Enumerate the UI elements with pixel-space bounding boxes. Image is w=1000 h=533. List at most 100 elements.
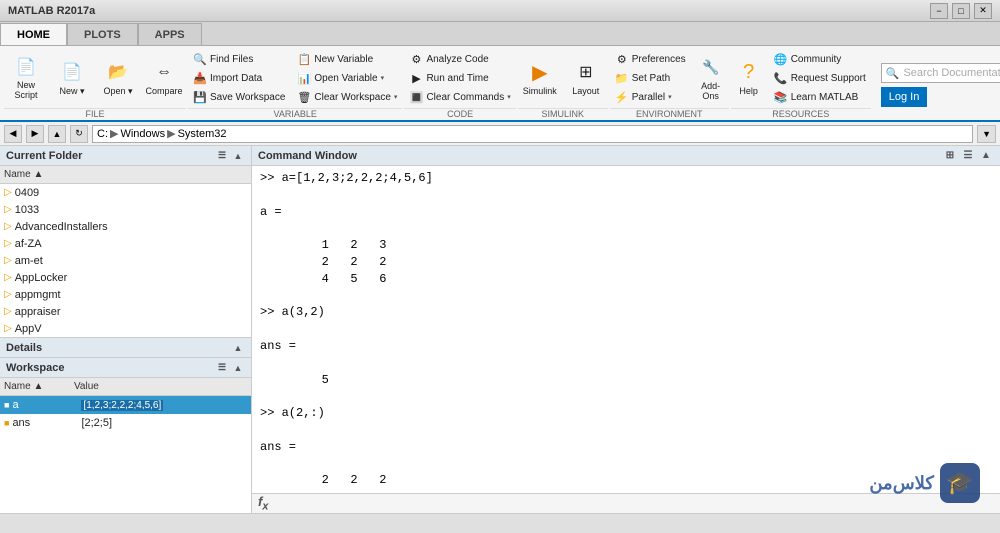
- folder-item[interactable]: ▷ 1033: [0, 201, 251, 218]
- folder-item-name: 0409: [15, 187, 39, 199]
- new-variable-button[interactable]: 📋 New Variable: [292, 50, 402, 68]
- restore-button[interactable]: □: [952, 3, 970, 19]
- community-label: Community: [791, 54, 842, 65]
- cmd-title: Command Window: [258, 150, 357, 162]
- cmd-menu-btn[interactable]: ☰: [960, 148, 976, 164]
- login-button[interactable]: Log In: [881, 87, 928, 107]
- command-window-content[interactable]: >> a=[1,2,3;2,2,2;4,5,6] a = 1 2 3 2 2 2…: [252, 166, 1000, 493]
- watermark-icon: 🎓: [940, 463, 980, 503]
- watermark-graduation-icon: 🎓: [946, 470, 973, 496]
- ws-item-icon: ■: [4, 418, 9, 428]
- open-icon: 📂: [106, 60, 130, 84]
- parallel-button[interactable]: ⚡ Parallel ▾: [610, 88, 691, 106]
- folder-item[interactable]: ▷ AppLocker: [0, 269, 251, 286]
- help-button[interactable]: ? Help: [731, 50, 767, 106]
- folder-item-name: 1033: [15, 204, 39, 216]
- simulink-icon: ▶: [528, 60, 552, 84]
- save-workspace-button[interactable]: 💾 Save Workspace: [188, 88, 290, 106]
- new-var-icon: 📋: [297, 52, 311, 66]
- folder-item[interactable]: ▷ am-et: [0, 252, 251, 269]
- search-icon: 🔍: [886, 67, 900, 80]
- request-support-button[interactable]: 📞 Request Support: [769, 69, 871, 87]
- workspace-item-ans[interactable]: ■ ans [2;2;5]: [0, 414, 251, 432]
- preferences-button[interactable]: ⚙ Preferences: [610, 50, 691, 68]
- new-script-button[interactable]: 📄 NewScript: [4, 50, 48, 106]
- run-icon: ▶: [409, 71, 423, 85]
- compare-button[interactable]: ⇔ Compare: [142, 50, 186, 106]
- workspace-collapse-btn[interactable]: ▲: [231, 361, 245, 375]
- set-path-button[interactable]: 📁 Set Path: [610, 69, 691, 87]
- ribbon-group-file: 📄 NewScript 📄 New ▾ 📂 Open ▾ ⇔ Compare F…: [4, 50, 186, 120]
- run-label: Run and Time: [426, 73, 488, 84]
- cmd-line: >> a(2,:): [260, 405, 992, 422]
- import-label: Import Data: [210, 73, 262, 84]
- cmd-pin-btn[interactable]: ▲: [978, 148, 994, 164]
- ribbon-group-code: ⚙ Analyze Code ▶ Run and Time 🔳 Clear Co…: [404, 50, 515, 120]
- details-collapse-btn[interactable]: ▲: [231, 341, 245, 355]
- forward-button[interactable]: ▶: [26, 125, 44, 143]
- tab-home[interactable]: HOME: [0, 23, 67, 45]
- back-button[interactable]: ◀: [4, 125, 22, 143]
- cmd-prompt-text: >> a(3,2): [260, 305, 325, 319]
- folder-item-name: am-et: [15, 255, 43, 267]
- details-header: Details ▲: [0, 338, 251, 358]
- path-display[interactable]: C: ▶ Windows ▶ System32: [92, 125, 973, 143]
- folder-menu-btn[interactable]: ☰: [215, 149, 229, 163]
- cmd-matrix-row: 2 2 2: [300, 473, 386, 487]
- status-bar: [0, 513, 1000, 533]
- details-title: Details: [6, 342, 42, 354]
- refresh-button[interactable]: ↻: [70, 125, 88, 143]
- import-data-button[interactable]: 📥 Import Data: [188, 69, 290, 87]
- run-time-button[interactable]: ▶ Run and Time: [404, 69, 515, 87]
- cmd-line: >> a=[1,2,3;2,2,2;4,5,6]: [260, 170, 992, 187]
- community-button[interactable]: 🌐 Community: [769, 50, 871, 68]
- folder-collapse-btn[interactable]: ▲: [231, 149, 245, 163]
- learn-matlab-button[interactable]: 📚 Learn MATLAB: [769, 88, 871, 106]
- clear-commands-button[interactable]: 🔳 Clear Commands ▾: [404, 88, 515, 106]
- workspace-menu-btn[interactable]: ☰: [215, 361, 229, 375]
- cmd-prompt-text: >> a=[1,2,3;2,2,2;4,5,6]: [260, 171, 433, 185]
- folder-item[interactable]: ▷ AdvancedInstallers: [0, 218, 251, 235]
- tab-plots[interactable]: PLOTS: [67, 23, 138, 45]
- cmd-expand-btn[interactable]: ⊞: [942, 148, 958, 164]
- minimize-button[interactable]: −: [930, 3, 948, 19]
- folder-list[interactable]: ▷ 0409 ▷ 1033 ▷ AdvancedInstallers ▷ af-…: [0, 184, 251, 337]
- open-variable-button[interactable]: 📊 Open Variable ▾: [292, 69, 402, 87]
- ribbon-group-resources: ? Help 🌐 Community 📞 Request Support 📚 L…: [731, 50, 871, 120]
- new-var-label: New Variable: [314, 54, 373, 65]
- folder-item[interactable]: ▷ appmgmt: [0, 286, 251, 303]
- cmd-matrix-row: 4 5 6: [300, 272, 386, 286]
- open-button[interactable]: 📂 Open ▾: [96, 50, 140, 106]
- prefs-label: Preferences: [632, 54, 686, 65]
- clear-workspace-button[interactable]: 🗑 Clear Workspace ▾: [292, 88, 402, 106]
- up-button[interactable]: ▲: [48, 125, 66, 143]
- folder-expand-icon: ▷: [4, 289, 12, 300]
- new-label: New ▾: [59, 86, 84, 97]
- layout-button[interactable]: ⊞ Layout: [564, 50, 608, 106]
- workspace-title: Workspace: [6, 362, 65, 374]
- new-button[interactable]: 📄 New ▾: [50, 50, 94, 106]
- clear-cmd-icon: 🔳: [409, 90, 423, 104]
- window-controls: − □ ✕: [930, 3, 992, 19]
- close-button[interactable]: ✕: [974, 3, 992, 19]
- search-input[interactable]: 🔍 Search Documentation: [881, 63, 1000, 83]
- simulink-button[interactable]: ▶ Simulink: [518, 50, 562, 106]
- tab-apps[interactable]: APPS: [138, 23, 202, 45]
- addons-button[interactable]: 🔧 Add-Ons: [693, 50, 729, 106]
- folder-item[interactable]: ▷ AppV: [0, 320, 251, 337]
- support-icon: 📞: [774, 71, 788, 85]
- variable-group-label: VARIABLE: [188, 108, 402, 121]
- folder-item[interactable]: ▷ af-ZA: [0, 235, 251, 252]
- details-header-btns: ▲: [231, 341, 245, 355]
- workspace-item-a[interactable]: ■ a [1,2,3;2,2,2;4,5,6]: [0, 396, 251, 414]
- folder-item[interactable]: ▷ appraiser: [0, 303, 251, 320]
- browse-button[interactable]: ▼: [977, 125, 996, 143]
- folder-item[interactable]: ▷ 0409: [0, 184, 251, 201]
- analyze-code-button[interactable]: ⚙ Analyze Code: [404, 50, 515, 68]
- cmd-line: ans =: [260, 439, 992, 456]
- workspace-header-btns: ☰ ▲: [215, 361, 245, 375]
- find-files-icon: 🔍: [193, 52, 207, 66]
- find-files-button[interactable]: 🔍 Find Files: [188, 50, 290, 68]
- watermark-text: کلاس‌من: [869, 473, 934, 494]
- ws-col-value: Value: [74, 381, 247, 392]
